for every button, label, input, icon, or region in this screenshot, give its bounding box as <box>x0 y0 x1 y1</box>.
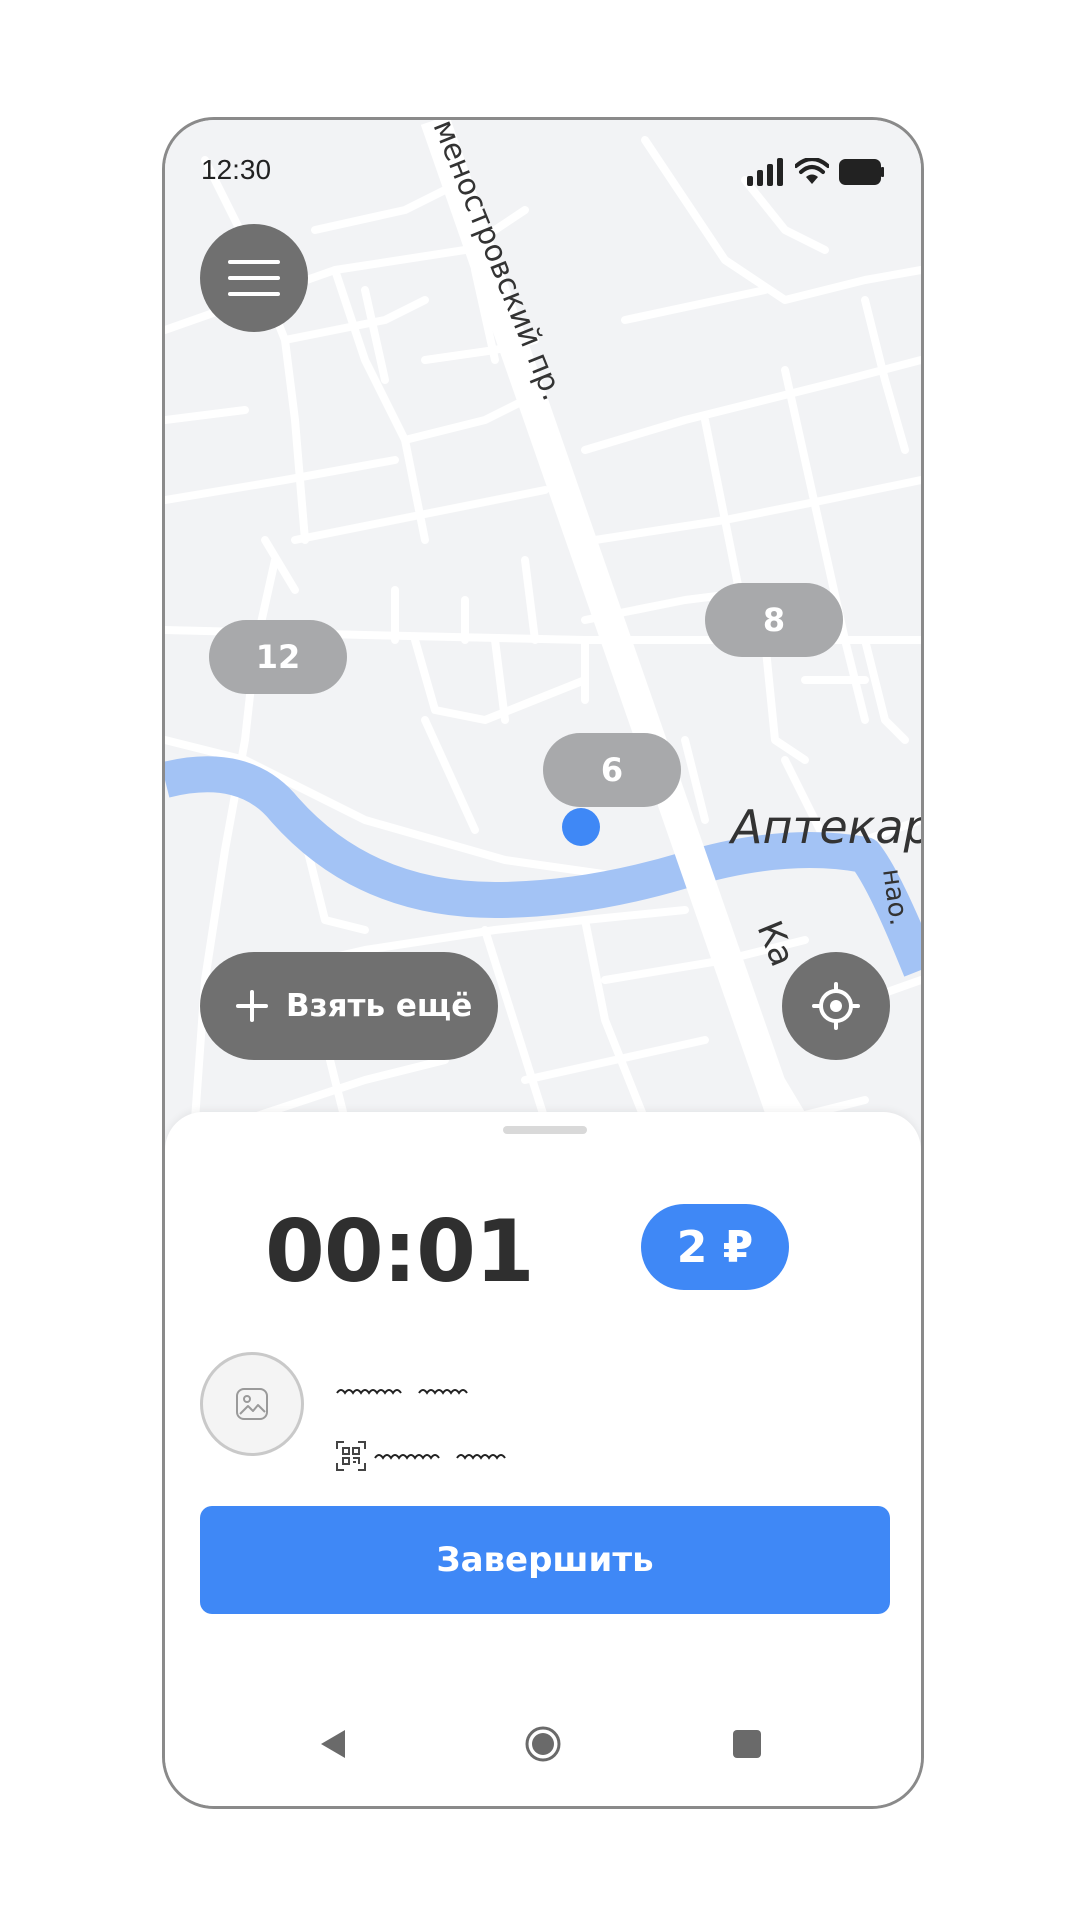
user-location-marker <box>562 808 600 846</box>
home-circle-icon <box>525 1726 561 1762</box>
status-icons <box>745 158 885 186</box>
crosshair-icon <box>812 982 860 1030</box>
cluster-count: 8 <box>762 601 786 639</box>
finish-button-label: Завершить <box>436 1540 654 1580</box>
scooter-cluster[interactable]: 12 <box>209 620 347 694</box>
signal-icon <box>747 158 783 186</box>
placeholder-scribble <box>374 1454 506 1460</box>
price-value: 2 ₽ <box>676 1221 754 1273</box>
qr-code-icon <box>336 1441 366 1471</box>
take-more-button[interactable]: Взять ещё <box>200 952 498 1060</box>
price-badge: 2 ₽ <box>641 1204 789 1290</box>
wifi-icon <box>795 158 829 184</box>
cluster-count: 6 <box>600 751 624 789</box>
cluster-count: 12 <box>255 638 301 676</box>
phone-frame: меностровский пр. Аптекар Ка нао. 12:30 <box>162 117 924 1809</box>
ride-timer: 00:01 <box>265 1202 535 1302</box>
plus-icon <box>236 990 268 1022</box>
status-bar: 12:30 <box>165 120 921 200</box>
scooter-cluster[interactable]: 6 <box>543 733 681 807</box>
street-label: Аптекар <box>728 800 921 854</box>
finish-ride-button[interactable]: Завершить <box>200 1506 890 1614</box>
system-nav-bar <box>165 1704 921 1784</box>
nav-recents-button[interactable] <box>727 1724 767 1764</box>
menu-button[interactable] <box>200 224 308 332</box>
recents-square-icon <box>733 1730 761 1758</box>
nav-back-button[interactable] <box>313 1724 353 1764</box>
status-time: 12:30 <box>201 154 272 185</box>
hamburger-icon <box>228 260 280 296</box>
ride-bottom-sheet: 00:01 2 ₽ Завершить <box>165 1112 921 1806</box>
scooter-code-row <box>335 1440 513 1472</box>
scooter-photo <box>200 1352 304 1456</box>
battery-icon <box>839 159 884 185</box>
scooter-name-scribble <box>335 1384 475 1398</box>
back-triangle-icon <box>321 1730 345 1758</box>
scooter-cluster[interactable]: 8 <box>705 583 843 657</box>
nav-home-button[interactable] <box>523 1724 563 1764</box>
locate-me-button[interactable] <box>782 952 890 1060</box>
take-more-label: Взять ещё <box>286 988 473 1024</box>
placeholder-scribble <box>336 1389 468 1395</box>
image-placeholder-icon <box>236 1388 268 1420</box>
drag-handle[interactable] <box>503 1126 587 1134</box>
